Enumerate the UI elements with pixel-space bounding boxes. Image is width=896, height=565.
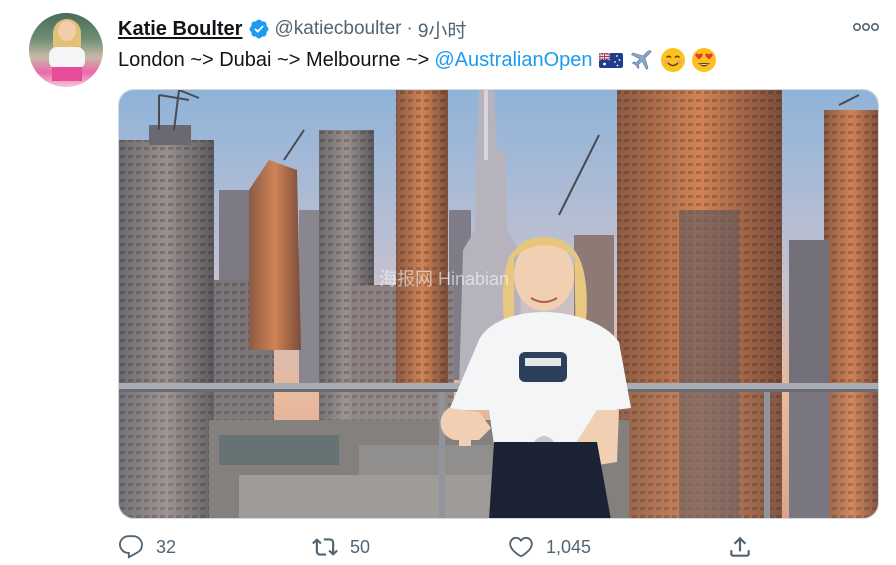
retweet-button[interactable]: 50 (312, 532, 370, 562)
retweet-count: 50 (350, 536, 371, 557)
photo-watermark: 海报网 Hinabian (379, 269, 509, 289)
share-button[interactable] (727, 532, 753, 562)
airplane-icon (630, 50, 651, 70)
reply-button[interactable]: 32 (118, 532, 176, 562)
more-options-icon[interactable] (852, 18, 880, 36)
timestamp[interactable]: 9小时 (418, 16, 467, 43)
avatar[interactable] (29, 13, 103, 87)
mention-link[interactable]: @AustralianOpen (434, 46, 592, 74)
australia-flag-icon (598, 52, 623, 68)
separator-dot: · (406, 18, 413, 39)
like-count: 1,045 (546, 536, 592, 557)
tweet-header: Katie Boulter @katiecboulter · 9小时 (118, 14, 466, 44)
smiling-face-icon (660, 48, 685, 72)
tweet-photo[interactable]: 海报网 Hinabian (118, 89, 879, 519)
display-name[interactable]: Katie Boulter (118, 18, 242, 41)
retweet-icon (312, 538, 338, 556)
share-icon (730, 536, 750, 557)
tweet-actions: 32 50 1,045 (118, 532, 768, 562)
reply-count: 32 (156, 536, 177, 557)
tweet-text: London ~> Dubai ~> Melbourne ~> @Austral… (118, 46, 717, 74)
heart-icon (509, 536, 533, 558)
like-button[interactable]: 1,045 (508, 532, 591, 562)
tweet-body: London ~> Dubai ~> Melbourne ~> (118, 49, 430, 71)
user-handle[interactable]: @katiecboulter (274, 18, 401, 40)
heart-eyes-icon (691, 48, 716, 72)
reply-icon (118, 535, 143, 559)
verified-badge-icon (250, 19, 269, 39)
